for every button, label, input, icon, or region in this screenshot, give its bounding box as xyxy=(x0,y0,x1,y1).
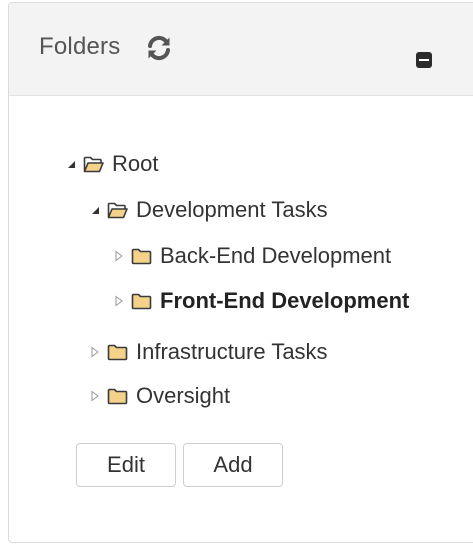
tree-node-oversight[interactable]: Oversight xyxy=(89,382,230,410)
folder-icon xyxy=(131,248,152,265)
folder-open-icon xyxy=(83,156,104,173)
minus-square-icon[interactable] xyxy=(416,52,432,68)
edit-button[interactable]: Edit xyxy=(76,443,176,487)
tree-node-development-tasks[interactable]: Development Tasks xyxy=(89,196,328,224)
tree-node-front-end-development[interactable]: Front-End Development xyxy=(113,287,409,315)
tree-node-label: Development Tasks xyxy=(136,197,328,222)
caret-down-icon[interactable] xyxy=(65,158,77,170)
tree-node-infrastructure-tasks[interactable]: Infrastructure Tasks xyxy=(89,338,328,366)
caret-down-icon[interactable] xyxy=(89,204,101,216)
caret-right-icon[interactable] xyxy=(113,295,125,307)
tree-node-back-end-development[interactable]: Back-End Development xyxy=(113,242,391,270)
panel-title: Folders xyxy=(39,33,121,60)
folder-icon xyxy=(131,293,152,310)
tree-node-label: Root xyxy=(112,151,159,176)
folder-icon xyxy=(107,344,128,361)
refresh-icon[interactable] xyxy=(145,35,173,61)
tree-node-root[interactable]: Root xyxy=(65,150,158,178)
caret-right-icon[interactable] xyxy=(89,346,101,358)
tree-node-label: Infrastructure Tasks xyxy=(136,339,328,364)
tree-node-label: Oversight xyxy=(136,383,231,408)
folder-open-icon xyxy=(107,202,128,219)
folders-panel: Folders Root Development Tasks Back-End … xyxy=(8,2,473,543)
caret-right-icon[interactable] xyxy=(89,390,101,402)
add-button[interactable]: Add xyxy=(183,443,283,487)
tree-node-label: Back-End Development xyxy=(160,243,392,268)
folder-icon xyxy=(107,388,128,405)
caret-right-icon[interactable] xyxy=(113,250,125,262)
tree-node-label-selected: Front-End Development xyxy=(160,288,410,313)
panel-header: Folders xyxy=(9,3,473,96)
